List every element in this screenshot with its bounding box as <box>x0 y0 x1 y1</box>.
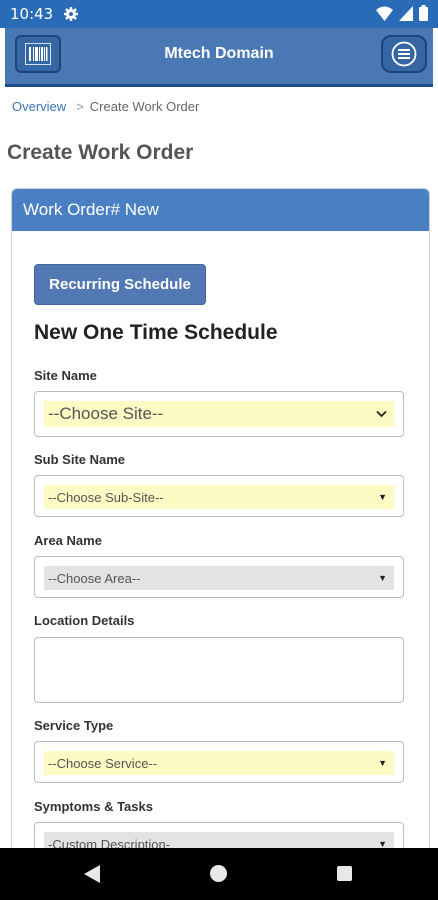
menu-icon <box>391 41 417 67</box>
app-title: Mtech Domain <box>164 45 274 62</box>
signal-icon <box>399 5 413 21</box>
page-title: Create Work Order <box>7 141 194 164</box>
wifi-icon <box>376 6 393 21</box>
sub-site-name-field: --Choose Sub-Site-- ▼ <box>34 475 404 517</box>
app-bar: Mtech Domain <box>5 28 433 87</box>
area-name-label: Area Name <box>34 533 102 548</box>
breadcrumb-overview-link[interactable]: Overview <box>12 99 66 114</box>
service-select-value: --Choose Service-- <box>48 755 158 771</box>
breadcrumb-separator: > <box>76 99 84 114</box>
site-select[interactable]: --Choose Site-- <box>44 401 394 427</box>
menu-button[interactable] <box>381 35 427 73</box>
breadcrumb: Overview > Create Work Order <box>12 99 199 114</box>
breadcrumb-current: Create Work Order <box>89 99 200 114</box>
location-details-label: Location Details <box>34 613 135 628</box>
chevron-down-icon <box>376 410 387 418</box>
status-bar: 10:43 <box>0 0 438 28</box>
panel-header: Work Order# New <box>12 189 429 231</box>
home-icon[interactable] <box>210 865 227 882</box>
status-time: 10:43 <box>10 5 54 23</box>
dropdown-arrow-icon: ▼ <box>378 492 387 502</box>
work-order-panel: Work Order# New Recurring Schedule New O… <box>11 188 430 870</box>
site-name-label: Site Name <box>34 368 97 383</box>
navigation-bar <box>0 848 438 900</box>
gear-icon <box>64 7 79 21</box>
area-select[interactable]: --Choose Area-- ▼ <box>44 566 394 590</box>
sub-site-name-label: Sub Site Name <box>34 452 126 467</box>
service-select[interactable]: --Choose Service-- ▼ <box>44 751 394 775</box>
back-icon[interactable] <box>84 865 100 883</box>
location-details-textarea[interactable] <box>34 637 404 703</box>
dropdown-arrow-icon: ▼ <box>378 758 387 768</box>
service-type-field: --Choose Service-- ▼ <box>34 741 404 783</box>
dropdown-arrow-icon: ▼ <box>378 573 387 583</box>
recents-icon[interactable] <box>337 866 352 881</box>
area-select-value: --Choose Area-- <box>48 570 141 586</box>
battery-icon <box>419 5 428 21</box>
symptoms-tasks-label: Symptoms & Tasks <box>34 799 153 814</box>
site-name-field: --Choose Site-- <box>34 391 404 437</box>
area-name-field: --Choose Area-- ▼ <box>34 556 404 598</box>
recurring-schedule-button[interactable]: Recurring Schedule <box>34 264 206 305</box>
sub-site-select-value: --Choose Sub-Site-- <box>48 489 164 505</box>
site-select-value: --Choose Site-- <box>48 404 164 423</box>
section-title: New One Time Schedule <box>34 321 278 344</box>
service-type-label: Service Type <box>34 718 114 733</box>
sub-site-select[interactable]: --Choose Sub-Site-- ▼ <box>44 485 394 509</box>
